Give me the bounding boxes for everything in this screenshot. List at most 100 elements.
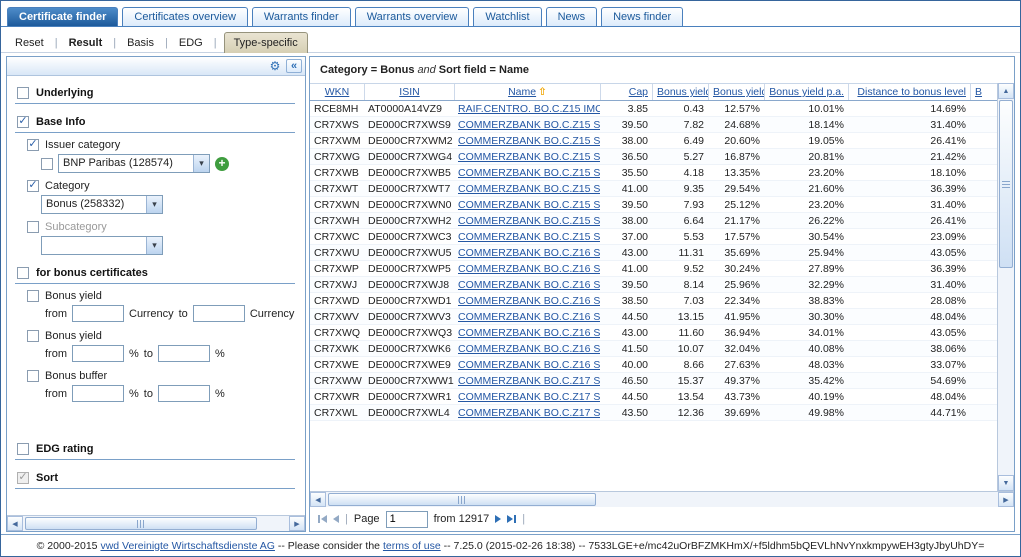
name-link[interactable]: COMMERZBANK BO.C.Z17 SYV <box>454 405 600 420</box>
name-link[interactable]: COMMERZBANK BO.C.Z17 SYV <box>454 373 600 388</box>
table-row[interactable]: CR7XWHDE000CR7XWH2COMMERZBANK BO.C.Z15 S… <box>310 213 997 229</box>
column-header-b[interactable]: B <box>970 84 997 100</box>
column-header-distance-to-bonus-level[interactable]: Distance to bonus level <box>848 84 970 100</box>
column-header-cap[interactable]: Cap <box>600 84 652 100</box>
first-page-button[interactable] <box>318 515 327 523</box>
table-row[interactable]: CR7XWJDE000CR7XWJ8COMMERZBANK BO.C.Z16 S… <box>310 277 997 293</box>
bonus-yield-abs-to-input[interactable] <box>193 305 245 322</box>
name-link[interactable]: COMMERZBANK BO.C.Z16 SYV <box>454 261 600 276</box>
category-checkbox[interactable] <box>27 180 39 192</box>
scrollbar-thumb[interactable] <box>999 100 1013 268</box>
bonus-yield-pct-checkbox[interactable] <box>27 330 39 342</box>
edg-rating-checkbox[interactable] <box>17 443 29 455</box>
tab-certificate-finder[interactable]: Certificate finder <box>7 7 118 26</box>
dropdown-arrow-icon[interactable] <box>193 155 209 172</box>
name-link[interactable]: RAIF.CENTRO. BO.C.Z15 IMO <box>454 101 600 116</box>
name-link[interactable]: COMMERZBANK BO.C.Z15 SYV <box>454 149 600 164</box>
scrollbar-thumb[interactable] <box>25 517 257 530</box>
settings-gear-icon[interactable] <box>267 59 283 73</box>
previous-page-button[interactable] <box>333 515 339 523</box>
vertical-scrollbar[interactable]: ▲ ▼ <box>997 83 1014 491</box>
column-header-bonus-yield-p-a[interactable]: Bonus yield p.a. <box>764 84 848 100</box>
table-row[interactable]: CR7XWLDE000CR7XWL4COMMERZBANK BO.C.Z17 S… <box>310 405 997 421</box>
table-row[interactable]: CR7XWWDE000CR7XWW1COMMERZBANK BO.C.Z17 S… <box>310 373 997 389</box>
panel-horizontal-scrollbar[interactable]: ◀ ▶ <box>7 515 305 531</box>
subtab-reset[interactable]: Reset <box>11 34 48 52</box>
table-row[interactable]: CR7XWSDE000CR7XWS9COMMERZBANK BO.C.Z15 S… <box>310 117 997 133</box>
dropdown-arrow-icon[interactable] <box>146 237 162 254</box>
dropdown-arrow-icon[interactable] <box>146 196 162 213</box>
bonus-certificates-checkbox[interactable] <box>17 267 29 279</box>
column-header-name[interactable]: Name⇧ <box>454 84 600 100</box>
scroll-left-button[interactable]: ◀ <box>310 492 326 507</box>
bonus-yield-abs-checkbox[interactable] <box>27 290 39 302</box>
issuer-extra-checkbox[interactable] <box>41 158 53 170</box>
name-link[interactable]: COMMERZBANK BO.C.Z15 SYV <box>454 213 600 228</box>
issuer-category-checkbox[interactable] <box>27 139 39 151</box>
column-header-bonus-yield[interactable]: Bonus yield <box>708 84 764 100</box>
column-header-wkn[interactable]: WKN <box>310 84 364 100</box>
table-row[interactable]: CR7XWPDE000CR7XWP5COMMERZBANK BO.C.Z16 S… <box>310 261 997 277</box>
collapse-panel-icon[interactable] <box>286 59 302 73</box>
scroll-down-button[interactable]: ▼ <box>998 475 1014 491</box>
tab-warrants-overview[interactable]: Warrants overview <box>355 7 470 26</box>
scrollbar-track[interactable] <box>326 492 998 507</box>
name-link[interactable]: COMMERZBANK BO.C.Z16 SYV <box>454 357 600 372</box>
tab-certificates-overview[interactable]: Certificates overview <box>122 7 247 26</box>
table-row[interactable]: CR7XWGDE000CR7XWG4COMMERZBANK BO.C.Z15 S… <box>310 149 997 165</box>
tab-news[interactable]: News <box>546 7 598 26</box>
table-row[interactable]: CR7XWTDE000CR7XWT7COMMERZBANK BO.C.Z15 S… <box>310 181 997 197</box>
table-row[interactable]: CR7XWUDE000CR7XWU5COMMERZBANK BO.C.Z16 S… <box>310 245 997 261</box>
table-horizontal-scrollbar[interactable]: ◀ ▶ <box>310 491 1014 507</box>
subtab-result[interactable]: Result <box>65 34 107 52</box>
table-row[interactable]: CR7XWRDE000CR7XWR1COMMERZBANK BO.C.Z17 S… <box>310 389 997 405</box>
name-link[interactable]: COMMERZBANK BO.C.Z16 SYV <box>454 309 600 324</box>
name-link[interactable]: COMMERZBANK BO.C.Z16 SYV <box>454 341 600 356</box>
subtab-edg[interactable]: EDG <box>175 34 207 52</box>
page-input[interactable] <box>386 511 428 528</box>
name-link[interactable]: COMMERZBANK BO.C.Z16 SYV <box>454 325 600 340</box>
scroll-right-button[interactable]: ▶ <box>998 492 1014 507</box>
name-link[interactable]: COMMERZBANK BO.C.Z16 SYV <box>454 277 600 292</box>
bonus-buffer-to-input[interactable] <box>158 385 210 402</box>
column-header-bonus-yield[interactable]: Bonus yield <box>652 84 708 100</box>
bonus-yield-abs-from-input[interactable] <box>72 305 124 322</box>
name-link[interactable]: COMMERZBANK BO.C.Z15 SYV <box>454 181 600 196</box>
category-select[interactable]: Bonus (258332) <box>41 195 163 214</box>
scrollbar-track[interactable] <box>23 516 289 531</box>
column-header-isin[interactable]: ISIN <box>364 84 454 100</box>
next-page-button[interactable] <box>495 515 501 523</box>
table-row[interactable]: RCE8MHAT0000A14VZ9RAIF.CENTRO. BO.C.Z15 … <box>310 101 997 117</box>
name-link[interactable]: COMMERZBANK BO.C.Z17 SYV <box>454 389 600 404</box>
base-info-checkbox[interactable] <box>17 116 29 128</box>
tab-news-finder[interactable]: News finder <box>601 7 683 26</box>
company-link[interactable]: vwd Vereinigte Wirtschaftsdienste AG <box>100 540 275 552</box>
name-link[interactable]: COMMERZBANK BO.C.Z15 SYV <box>454 229 600 244</box>
scrollbar-thumb[interactable] <box>328 493 596 506</box>
table-row[interactable]: CR7XWDDE000CR7XWD1COMMERZBANK BO.C.Z16 S… <box>310 293 997 309</box>
underlying-checkbox[interactable] <box>17 87 29 99</box>
last-page-button[interactable] <box>507 515 516 523</box>
name-link[interactable]: COMMERZBANK BO.C.Z15 SYV <box>454 197 600 212</box>
bonus-buffer-from-input[interactable] <box>72 385 124 402</box>
name-link[interactable]: COMMERZBANK BO.C.Z16 SYV <box>454 293 600 308</box>
table-row[interactable]: CR7XWKDE000CR7XWK6COMMERZBANK BO.C.Z16 S… <box>310 341 997 357</box>
subtab-basis[interactable]: Basis <box>123 34 158 52</box>
scroll-left-button[interactable]: ◀ <box>7 516 23 531</box>
table-row[interactable]: CR7XWEDE000CR7XWE9COMMERZBANK BO.C.Z16 S… <box>310 357 997 373</box>
table-row[interactable]: CR7XWQDE000CR7XWQ3COMMERZBANK BO.C.Z16 S… <box>310 325 997 341</box>
bonus-yield-pct-to-input[interactable] <box>158 345 210 362</box>
name-link[interactable]: COMMERZBANK BO.C.Z16 SYV <box>454 245 600 260</box>
table-row[interactable]: CR7XWCDE000CR7XWC3COMMERZBANK BO.C.Z15 S… <box>310 229 997 245</box>
scroll-right-button[interactable]: ▶ <box>289 516 305 531</box>
name-link[interactable]: COMMERZBANK BO.C.Z15 SYV <box>454 117 600 132</box>
subtab-type-specific[interactable]: Type-specific <box>224 32 308 53</box>
bonus-buffer-checkbox[interactable] <box>27 370 39 382</box>
scrollbar-track[interactable] <box>998 99 1014 475</box>
scroll-up-button[interactable]: ▲ <box>998 83 1014 99</box>
add-issuer-button[interactable] <box>215 157 229 171</box>
terms-of-use-link[interactable]: terms of use <box>383 540 441 552</box>
bonus-yield-pct-from-input[interactable] <box>72 345 124 362</box>
issuer-select[interactable]: BNP Paribas (128574) <box>58 154 210 173</box>
sort-checkbox[interactable] <box>17 472 29 484</box>
